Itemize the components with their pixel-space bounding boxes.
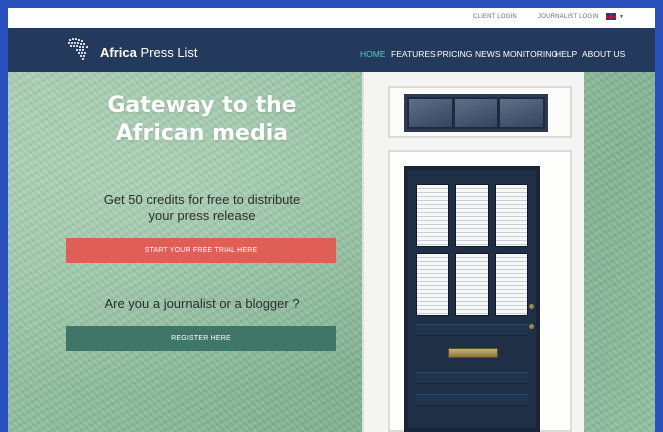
- letterbox: [448, 348, 498, 358]
- main-navbar: Africa Press List HOME FEATURES PRICING …: [8, 28, 655, 72]
- door-panel: [416, 324, 528, 336]
- door-knob: [529, 324, 534, 329]
- hero-title: Gateway to the African media: [107, 93, 297, 146]
- brand-name[interactable]: Africa Press List: [100, 45, 198, 60]
- transom-window: [404, 94, 548, 132]
- journalist-login-link[interactable]: JOURNALIST LOGIN: [538, 14, 599, 20]
- africa-map-logo[interactable]: [66, 36, 96, 64]
- nav-features[interactable]: FEATURES: [391, 49, 436, 59]
- client-login-link[interactable]: CLIENT LOGIN: [473, 14, 517, 20]
- hero-subtitle: Get 50 credits for free to distribute yo…: [103, 192, 301, 223]
- nav-pricing[interactable]: PRICING: [437, 49, 472, 59]
- nav-about-us[interactable]: ABOUT US: [582, 49, 625, 59]
- nav-home[interactable]: HOME: [360, 49, 386, 59]
- uk-flag-icon: [606, 13, 616, 20]
- door-windows: [416, 184, 528, 316]
- register-button[interactable]: REGISTER HERE: [66, 326, 336, 351]
- nav-help[interactable]: HELP: [555, 49, 577, 59]
- start-free-trial-button[interactable]: START YOUR FREE TRIAL HERE: [66, 238, 336, 263]
- door-panel: [416, 372, 528, 384]
- language-selector[interactable]: ▼: [606, 13, 624, 20]
- browser-viewport: CLIENT LOGIN JOURNALIST LOGIN ▼ Africa P…: [8, 8, 655, 432]
- top-utility-bar: CLIENT LOGIN JOURNALIST LOGIN ▼: [8, 8, 655, 28]
- journalist-question: Are you a journalist or a blogger ?: [104, 296, 300, 311]
- hero-section: Gateway to the African media Get 50 cred…: [8, 72, 655, 432]
- chevron-down-icon: ▼: [619, 13, 624, 20]
- door-knob: [529, 304, 534, 309]
- nav-news-monitoring[interactable]: NEWS MONITORING: [475, 49, 558, 59]
- door-panel: [416, 394, 528, 406]
